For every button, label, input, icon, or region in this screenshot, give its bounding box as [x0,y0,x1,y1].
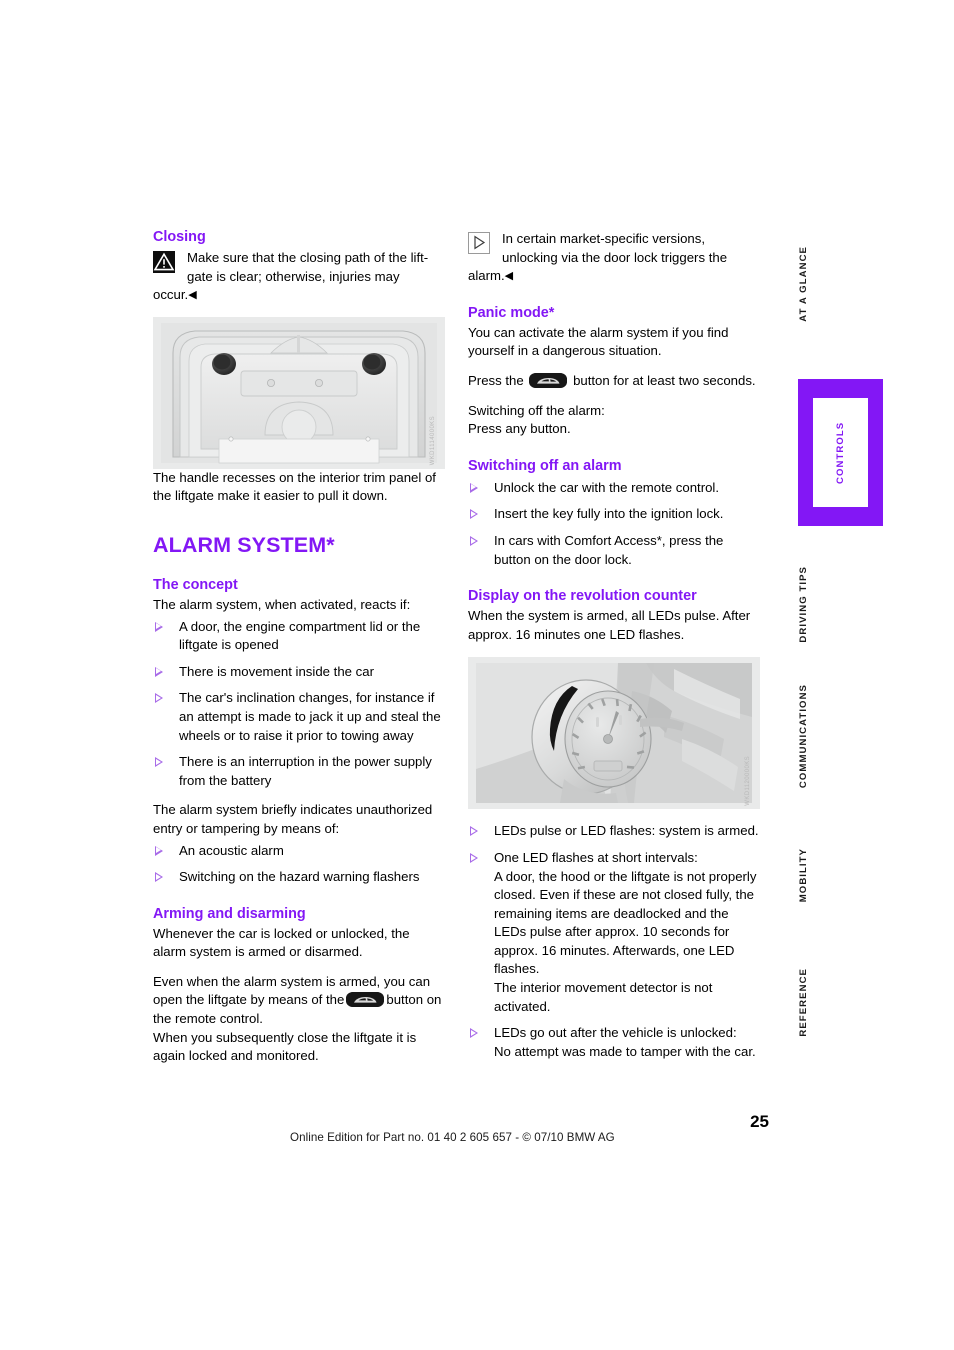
revolution-counter-intro: When the system is armed, all LEDs pulse… [468,608,751,642]
triangle-bullet-icon [155,693,163,704]
end-mark-icon: ◀ [504,270,514,283]
list-item-text: There is movement inside the car [179,663,374,679]
panic-press-before: Press the [468,372,524,388]
figure-liftgate-trim-panel: WKD1114000KS [153,316,445,469]
list-item-text: LEDs go out after the vehicle is unlocke… [494,1025,756,1059]
rail-tab-controls-label: CONTROLS [835,421,846,484]
note-text: In certain market-specific versions, unl… [502,231,728,265]
triangle-bullet-icon [470,1028,478,1039]
list-item-text: Insert the key fully into the ignition l… [494,506,724,522]
list-item: There is movement inside the car [153,663,445,682]
end-mark-icon: ◀ [188,289,197,302]
note-arrow-icon [468,232,490,254]
heading-arming-and-disarming: Arming and disarming [153,905,306,922]
switching-off-list: Unlock the car with the remote control. … [468,479,760,569]
rail-tab-reference[interactable]: REFERENCE [798,968,842,1037]
page-title: ALARM SYSTEM* [153,532,335,557]
arming-para-3: When you subsequently close the liftgate… [153,1029,417,1064]
list-item-text: The car's inclination changes, for insta… [179,690,441,743]
panic-press-after: button for at least two seconds. [573,372,756,388]
revolution-counter-list: LEDs pulse or LED flashes: system is arm… [468,822,760,1061]
list-item: LEDs pulse or LED flashes: system is arm… [468,822,760,841]
figure-code-label: WKD1120000KS [745,755,752,806]
manual-page: Closing Make sure that the closing path … [0,0,954,1350]
panic-mode-para-4: Press any button. [468,421,571,437]
page-number: 25 [750,1112,769,1131]
triangle-bullet-icon [470,826,478,837]
triangle-bullet-icon [470,482,478,493]
list-item: A door, the engine compartment lid or th… [153,618,445,655]
triangle-bullet-icon [155,845,163,856]
arming-para-1: Whenever the car is locked or unlocked, … [153,925,410,960]
warning-triangle-icon [153,251,175,273]
right-column: In certain market-specific versions, unl… [468,228,760,1061]
rail-tab-controls-inner: CONTROLS [813,398,868,507]
note-tail-text: alarm. [468,268,505,284]
rail-tab-driving-tips[interactable]: DRIVING TIPS [798,566,842,643]
list-item-text: An acoustic alarm [179,842,284,858]
rail-tab-controls[interactable]: CONTROLS [798,379,883,526]
figure-code-label: WKD1114000KS [430,415,437,465]
heading-display-on-revolution-counter: Display on the revolution counter [468,588,697,605]
triangle-bullet-icon [470,852,478,863]
left-column: Closing Make sure that the closing path … [153,228,445,1066]
list-item: Unlock the car with the remote control. [468,479,760,498]
list-item: One LED flashes at short intervals: A do… [468,849,760,1016]
concept-outro: The alarm system briefly indicates unaut… [153,802,433,836]
heading-the-concept: The concept [153,576,238,593]
rail-tab-mobility[interactable]: MOBILITY [798,848,842,902]
list-item-text: There is an interruption in the power su… [179,754,432,788]
note-tail-line: alarm.◀ [468,267,760,286]
arming-para-2: Even when the alarm system is armed, you… [153,973,445,1029]
warning-notice: Make sure that the closing path of the l… [153,249,445,305]
concept-intro: The alarm system, when activated, reacts… [153,596,411,612]
warning-tail-line: occur.◀ [153,286,445,305]
warning-text: Make sure that the closing path of the l… [187,250,429,284]
figure-liftgate-caption: The handle recesses on the interior trim… [153,469,436,504]
list-item-text: In cars with Comfort Access*, press the … [494,532,724,567]
heading-closing: Closing [153,229,206,245]
list-item: The car's inclination changes, for insta… [153,689,445,745]
panic-remote-button-icon [529,372,568,388]
concept-indication-list: An acoustic alarm Switching on the hazar… [153,842,445,887]
rail-tab-communications[interactable]: COMMUNICATIONS [798,684,842,788]
list-item: Insert the key fully into the ignition l… [468,505,760,524]
triangle-bullet-icon [470,509,478,520]
list-item-text: Switching on the hazard warning flashers [179,869,420,885]
triangle-bullet-icon [155,757,163,768]
list-item: Switching on the hazard warning flashers [153,868,445,887]
concept-reacts-list: A door, the engine compartment lid or th… [153,618,445,791]
rail-tab-at-a-glance[interactable]: AT A GLANCE [798,246,842,322]
list-item-text: Unlock the car with the remote control. [494,479,720,495]
list-item-text: LEDs pulse or LED flashes: system is arm… [494,823,759,839]
triangle-bullet-icon [470,535,478,546]
triangle-bullet-icon [155,621,163,632]
list-item: There is an interruption in the power su… [153,753,445,790]
heading-panic-mode: Panic mode* [468,304,555,321]
triangle-bullet-icon [155,872,163,883]
chapter-tab-rail: AT A GLANCE CONTROLS DRIVING TIPS COMMUN… [798,228,908,1088]
note-notice: In certain market-specific versions, unl… [468,230,760,286]
panic-mode-para-3: Switching off the alarm: [468,402,605,418]
list-item: In cars with Comfort Access*, press the … [468,532,760,569]
panic-mode-press-line: Press the button for at least two second… [468,372,760,391]
footer-edition-note: Online Edition for Part no. 01 40 2 605 … [290,1131,615,1144]
list-item: An acoustic alarm [153,842,445,861]
list-item-text: One LED flashes at short intervals: A do… [494,849,757,1014]
list-item-text: A door, the engine compartment lid or th… [179,618,421,653]
liftgate-remote-button-icon [346,992,385,1008]
list-item: LEDs go out after the vehicle is unlocke… [468,1024,760,1061]
warning-tail-text: occur. [153,287,189,303]
heading-switching-off-an-alarm: Switching off an alarm [468,457,622,474]
figure-revolution-counter: WKD1120000KS [468,657,760,810]
triangle-bullet-icon [155,666,163,677]
panic-mode-para-1: You can activate the alarm system if you… [468,324,729,359]
